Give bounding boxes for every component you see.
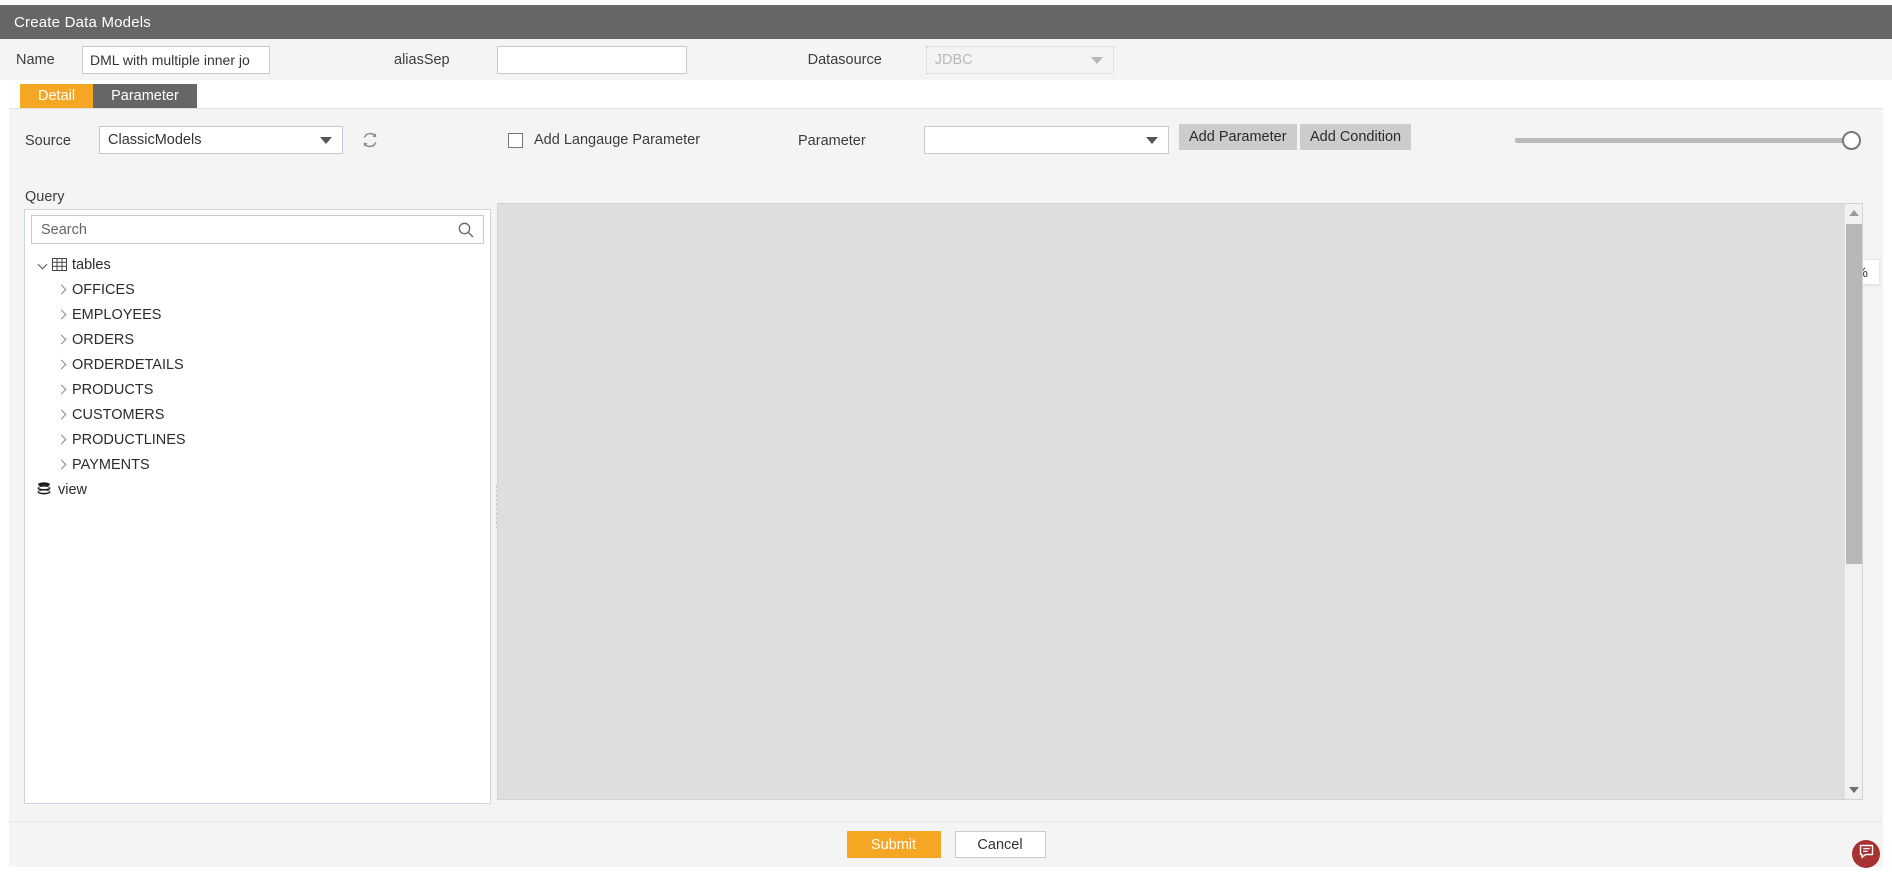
chevron-right-icon[interactable] [55,359,67,371]
submit-button[interactable]: Submit [846,831,941,858]
dialog-titlebar: Create Data Models [0,5,1892,39]
source-label: Source [25,133,71,149]
aliassep-input[interactable] [496,45,687,74]
tab-detail[interactable]: Detail [20,84,94,108]
datasource-select[interactable]: JDBC [925,45,1114,74]
tree-node-label: view [58,481,88,498]
parameter-select[interactable] [924,126,1169,154]
tree-node-payments[interactable]: PAYMENTS [25,452,490,477]
tree-node-productlines[interactable]: PRODUCTLINES [25,427,490,452]
aliassep-label: aliasSep [394,51,450,68]
parameter-label: Parameter [798,133,866,149]
add-language-parameter-label: Add Langauge Parameter [534,132,701,148]
database-object-tree: tables OFFICES EMPLOYEES ORDERS ORDERDET [25,244,490,502]
datasource-selected-value: JDBC [934,51,973,68]
tree-node-employees[interactable]: EMPLOYEES [25,302,490,327]
scrollbar-thumb[interactable] [1846,224,1862,564]
source-selected-value: ClassicModels [108,132,202,148]
tab-bar: Detail Parameter [20,84,197,108]
tree-node-label: CUSTOMERS [72,406,165,423]
caret-up-icon [1849,210,1859,216]
datasource-label: Datasource [807,51,882,68]
add-language-parameter-checkbox[interactable]: Add Langauge Parameter [508,132,700,148]
scroll-up-button[interactable] [1845,204,1863,222]
zoom-slider[interactable] [1515,131,1861,150]
tree-node-products[interactable]: PRODUCTS [25,377,490,402]
query-section-label: Query [25,189,65,205]
chevron-right-icon[interactable] [55,384,67,396]
tree-node-label: ORDERDETAILS [72,356,184,373]
chevron-down-icon [320,137,332,144]
tree-node-label: ORDERS [72,331,135,348]
dialog-footer: Submit Cancel [9,821,1883,867]
refresh-icon[interactable] [361,131,379,149]
cancel-button[interactable]: Cancel [954,831,1046,858]
tree-node-tables[interactable]: tables [25,252,490,277]
tab-parameter-label: Parameter [111,88,179,104]
comment-icon [1858,843,1875,865]
tab-detail-label: Detail [38,88,76,104]
checkbox-box [508,132,523,148]
chevron-right-icon[interactable] [55,409,67,421]
search-icon[interactable] [457,221,475,239]
feedback-button[interactable] [1852,840,1880,868]
tree-node-orderdetails[interactable]: ORDERDETAILS [25,352,490,377]
database-icon [37,482,51,497]
name-label: Name [16,51,55,68]
chevron-right-icon[interactable] [55,434,67,446]
tree-node-view[interactable]: view [25,477,490,502]
editor-vertical-scrollbar[interactable] [1844,204,1862,799]
tree-node-customers[interactable]: CUSTOMERS [25,402,490,427]
chevron-right-icon[interactable] [55,459,67,471]
query-toolbar: Source ClassicModels Add Langauge Parame… [9,109,1883,171]
source-select[interactable]: ClassicModels [99,126,343,154]
search-box[interactable] [31,215,484,244]
add-parameter-button[interactable]: Add Parameter [1179,124,1297,150]
query-tree-panel: tables OFFICES EMPLOYEES ORDERS ORDERDET [24,209,491,804]
chevron-right-icon[interactable] [55,334,67,346]
tree-node-label: EMPLOYEES [72,306,162,323]
chevron-right-icon[interactable] [55,284,67,296]
add-condition-button[interactable]: Add Condition [1300,124,1412,150]
zoom-slider-thumb[interactable] [1842,131,1861,150]
caret-down-icon [1849,787,1859,793]
tree-node-label: PRODUCTS [72,381,154,398]
chevron-down-icon [1090,56,1103,64]
tree-node-label: PRODUCTLINES [72,431,186,448]
scroll-down-button[interactable] [1845,781,1863,799]
dialog-title: Create Data Models [14,13,151,31]
chevron-down-icon [1146,137,1158,144]
chevron-down-icon[interactable] [37,259,49,271]
zoom-slider-track[interactable] [1515,138,1860,143]
header-form-row: Name aliasSep Datasource JDBC [0,39,1892,80]
query-editor-canvas[interactable] [497,203,1863,800]
tree-node-label: tables [72,256,111,273]
create-data-models-dialog: Create Data Models Name aliasSep Datasou… [0,0,1892,880]
tree-node-orders[interactable]: ORDERS [25,327,490,352]
tree-node-label: PAYMENTS [72,456,150,473]
tab-parameter[interactable]: Parameter [93,84,197,108]
search-input[interactable] [32,216,483,243]
table-grid-icon [52,258,67,271]
tree-node-offices[interactable]: OFFICES [25,277,490,302]
name-input[interactable] [82,45,270,74]
tree-node-label: OFFICES [72,281,135,298]
chevron-right-icon[interactable] [55,309,67,321]
